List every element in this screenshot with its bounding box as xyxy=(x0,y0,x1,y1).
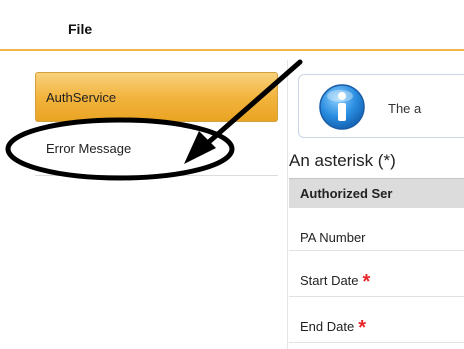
annotation-arrow-line xyxy=(199,59,303,151)
annotation-arrow-head xyxy=(184,131,216,164)
annotation-overlay xyxy=(5,59,303,181)
